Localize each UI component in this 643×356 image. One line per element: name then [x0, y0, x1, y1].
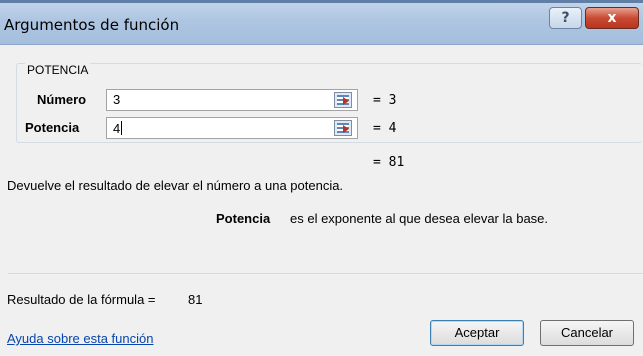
arg-label-numero: Número	[37, 92, 87, 107]
function-description: Devuelve el resultado de elevar el númer…	[7, 178, 344, 193]
formula-result-value: 81	[188, 292, 203, 307]
close-icon: x	[607, 10, 617, 26]
formula-result-label: Resultado de la fórmula =	[7, 292, 156, 307]
numero-result: = 3	[373, 93, 397, 108]
title-bar[interactable]: Argumentos de función ? x	[0, 0, 643, 45]
ok-button[interactable]: Aceptar	[430, 320, 524, 346]
divider	[8, 273, 643, 274]
help-button[interactable]: ?	[549, 7, 582, 29]
potencia-result: = 4	[373, 121, 397, 136]
arg-label-potencia: Potencia	[25, 120, 80, 135]
cancel-button[interactable]: Cancelar	[540, 320, 634, 346]
potencia-collapse-button[interactable]	[334, 120, 352, 136]
arg-help-text: es el exponente al que desea elevar la b…	[290, 211, 549, 226]
numero-value: 3	[113, 92, 121, 107]
collapse-arrow-icon	[343, 125, 349, 133]
numero-collapse-button[interactable]	[334, 92, 352, 108]
dialog-title: Argumentos de función	[4, 16, 180, 34]
numero-input[interactable]: 3	[106, 89, 358, 111]
collapse-arrow-icon	[343, 97, 349, 105]
arg-help-name: Potencia	[216, 211, 271, 226]
question-icon: ?	[561, 10, 570, 26]
help-link[interactable]: Ayuda sobre esta función	[7, 331, 153, 346]
title-bar-top-edge	[0, 0, 643, 3]
text-cursor	[121, 121, 123, 135]
function-arguments-dialog: Argumentos de función ? x POTENCIA Númer…	[0, 0, 643, 356]
close-button[interactable]: x	[585, 7, 639, 29]
function-result: = 81	[373, 155, 405, 170]
function-name: POTENCIA	[25, 63, 91, 77]
potencia-value: 4	[113, 121, 121, 136]
potencia-input[interactable]: 4	[106, 117, 358, 139]
